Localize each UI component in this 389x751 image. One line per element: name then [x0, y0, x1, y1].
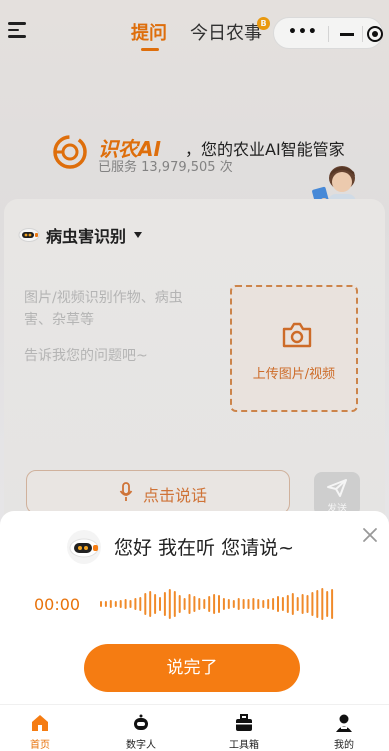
voice-greeting: 您好 我在听 您请说~ [114, 537, 294, 559]
robot-icon [134, 714, 148, 730]
user-icon [336, 714, 352, 732]
tabbar-item-mine[interactable]: 我的 [314, 713, 374, 751]
assistant-avatar-icon [67, 530, 101, 564]
voice-input-sheet: 您好 我在听 您请说~ 00:00 说完了 [0, 511, 389, 706]
record-timer: 00:00 [34, 595, 81, 614]
waveform-icon [100, 588, 334, 620]
home-icon [32, 715, 48, 731]
bottom-tabbar: 首页 数字人 工具箱 我的 [0, 704, 389, 751]
toolbox-icon [236, 714, 252, 731]
tabbar-item-toolbox[interactable]: 工具箱 [214, 713, 274, 751]
tabbar-item-digital-human[interactable]: 数字人 [111, 713, 171, 751]
tabbar-item-home[interactable]: 首页 [10, 713, 70, 751]
finish-speaking-button[interactable]: 说完了 [84, 644, 300, 692]
close-icon[interactable] [362, 527, 378, 543]
